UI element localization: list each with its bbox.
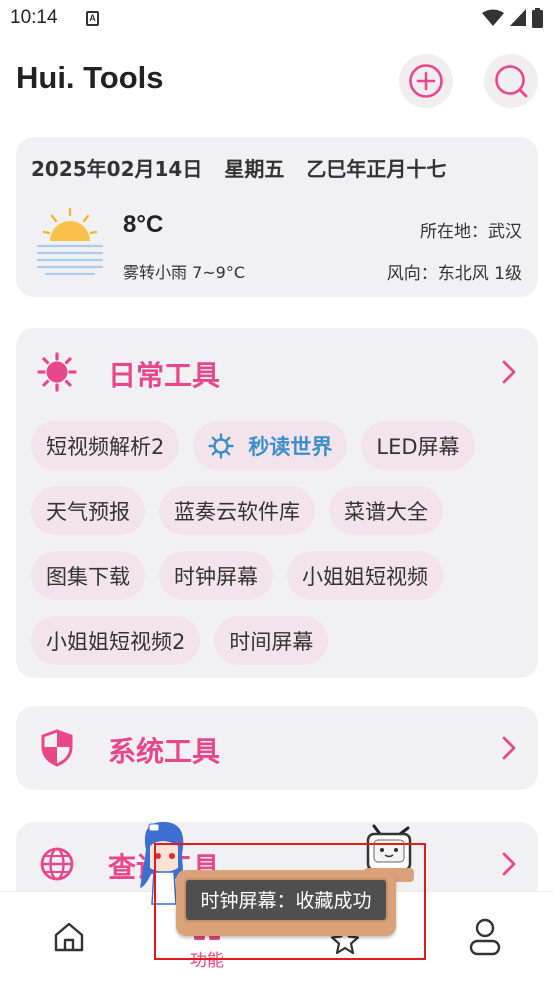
chip-lanzou-library[interactable]: 蓝奏云软件库 xyxy=(159,486,315,535)
chevron-right-icon xyxy=(502,736,516,760)
search-button[interactable] xyxy=(484,54,538,108)
wifi-icon xyxy=(482,9,504,26)
shield-icon xyxy=(36,727,78,769)
weather-lunar: 乙巳年正月十七 xyxy=(306,157,447,181)
chip-clock-screen[interactable]: 时钟屏幕 xyxy=(159,551,273,600)
system-tools-card[interactable]: 系统工具 xyxy=(16,706,538,790)
weather-temperature: 8°C xyxy=(123,211,164,238)
notification-icon: A xyxy=(86,11,99,26)
chip-gallery-download[interactable]: 图集下载 xyxy=(31,551,145,600)
sun-haze-icon xyxy=(36,207,104,275)
chip-row: 天气预报 蓝奏云软件库 菜谱大全 xyxy=(31,486,531,535)
chip-miaodu-world[interactable]: 秒读世界 xyxy=(193,421,348,470)
weather-location: 所在地：武汉 xyxy=(420,222,522,242)
nav-home[interactable] xyxy=(14,892,124,984)
status-bar: 10:14 A xyxy=(0,0,553,40)
weather-date-line: 2025年02月14日 星期五 乙巳年正月十七 xyxy=(31,153,468,182)
chip-girls-short-video-2[interactable]: 小姐姐短视频2 xyxy=(31,616,201,665)
signal-icon xyxy=(510,9,526,26)
search-icon xyxy=(495,65,528,98)
chip-recipes[interactable]: 菜谱大全 xyxy=(329,486,443,535)
home-icon xyxy=(54,922,84,952)
chip-row: 小姐姐短视频2 时间屏幕 xyxy=(31,616,531,665)
system-tools-title: 系统工具 xyxy=(108,735,221,768)
chip-label: 秒读世界 xyxy=(248,434,333,459)
chevron-right-icon[interactable] xyxy=(500,359,518,385)
nav-profile[interactable] xyxy=(430,892,540,984)
weather-card[interactable]: 2025年02月14日 星期五 乙巳年正月十七 8°C 雾转小雨 7~9°C 所在地… xyxy=(16,137,538,297)
app-title: Hui. Tools xyxy=(16,60,164,95)
toast-message: 时钟屏幕：收藏成功 xyxy=(200,890,372,912)
sun-icon xyxy=(36,351,78,393)
chip-row: 图集下载 时钟屏幕 小姐姐短视频 xyxy=(31,551,531,600)
profile-icon xyxy=(469,918,501,956)
weather-wind: 风向：东北风 1级 xyxy=(386,264,522,284)
chip-led-screen[interactable]: LED屏幕 xyxy=(361,421,475,470)
weather-weekday: 星期五 xyxy=(224,157,285,181)
battery-icon xyxy=(532,8,543,28)
weather-condition: 雾转小雨 7~9°C xyxy=(123,263,246,282)
add-circle-icon xyxy=(409,64,443,98)
chip-time-screen[interactable]: 时间屏幕 xyxy=(214,616,329,665)
chip-girls-short-video[interactable]: 小姐姐短视频 xyxy=(287,551,443,600)
daily-tools-card: 日常工具 短视频解析2 秒读世界 LED屏幕 天气预报 蓝奏云软件库 菜谱大全 … xyxy=(16,328,538,678)
weather-date: 2025年02月14日 xyxy=(31,157,203,181)
chip-short-video-parse-2[interactable]: 短视频解析2 xyxy=(31,421,180,470)
chip-weather-forecast[interactable]: 天气预报 xyxy=(31,486,145,535)
chip-row: 短视频解析2 秒读世界 LED屏幕 xyxy=(31,421,531,470)
daily-tools-title[interactable]: 日常工具 xyxy=(108,354,220,394)
add-button[interactable] xyxy=(399,54,453,108)
tool-chips: 短视频解析2 秒读世界 LED屏幕 天气预报 蓝奏云软件库 菜谱大全 图集下载 … xyxy=(31,421,531,681)
chevron-right-icon xyxy=(502,852,516,876)
globe-icon xyxy=(36,843,78,885)
sun-icon xyxy=(208,432,235,459)
status-time: 10:14 xyxy=(10,7,58,28)
status-icons xyxy=(482,8,543,28)
